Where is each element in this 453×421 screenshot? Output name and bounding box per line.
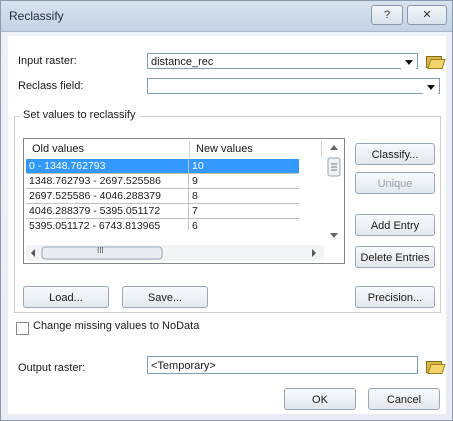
chevron-down-icon[interactable] (401, 55, 416, 69)
new-value-cell[interactable]: 9 (189, 174, 299, 189)
old-value-cell[interactable]: 5395.051172 - 6743.813965 (26, 219, 189, 230)
horizontal-scrollbar[interactable]: III (26, 245, 324, 261)
old-value-cell[interactable]: 2697.525586 - 4046.288379 (26, 189, 189, 204)
delete-entries-button[interactable]: Delete Entries (355, 246, 435, 268)
precision-button[interactable]: Precision... (355, 286, 435, 308)
add-entry-button[interactable]: Add Entry (355, 214, 435, 236)
chevron-down-icon[interactable] (423, 80, 438, 94)
reclass-field-label: Reclass field: (18, 80, 84, 92)
scroll-grip: III (97, 246, 104, 255)
missing-nodata-label: Change missing values to NoData (33, 320, 200, 332)
dialog-body: Input raster: distance_rec Reclass field… (8, 36, 446, 414)
table-row[interactable]: 4046.288379 - 5395.051172 7 (26, 204, 322, 219)
missing-nodata-checkbox[interactable] (16, 322, 29, 335)
new-value-cell[interactable]: 8 (189, 189, 299, 204)
help-button[interactable]: ? (371, 5, 403, 25)
scroll-up-icon (330, 145, 338, 150)
output-raster-label: Output raster: (18, 362, 86, 374)
header-new-values[interactable]: New values (190, 141, 322, 157)
input-raster-dropdown[interactable]: distance_rec (147, 53, 418, 69)
title-bar: Reclassify ? ✕ (1, 1, 452, 32)
table-row[interactable]: 5395.051172 - 6743.813965 6 (26, 219, 322, 230)
output-raster-value: <Temporary> (151, 360, 216, 372)
output-raster-field[interactable]: <Temporary> (147, 356, 418, 374)
new-value-cell[interactable]: 10 (189, 159, 299, 174)
set-values-group-label: Set values to reclassify (20, 109, 139, 121)
reclassify-dialog: Reclassify ? ✕ Input raster: distance_re… (0, 0, 453, 421)
input-raster-value: distance_rec (151, 56, 214, 68)
close-button[interactable]: ✕ (407, 5, 447, 25)
open-folder-icon[interactable] (426, 54, 446, 69)
cancel-button[interactable]: Cancel (368, 388, 440, 410)
vertical-scrollbar[interactable] (326, 141, 342, 242)
new-value-cell[interactable]: 7 (189, 204, 299, 219)
new-value-cell[interactable]: 6 (189, 219, 299, 230)
load-button[interactable]: Load... (23, 286, 109, 308)
old-value-cell[interactable]: 1348.762793 - 2697.525586 (26, 174, 189, 189)
open-folder-icon[interactable] (426, 359, 446, 374)
ok-button[interactable]: OK (284, 388, 356, 410)
window-title: Reclassify (9, 9, 64, 23)
reclass-field-dropdown[interactable] (147, 78, 440, 94)
reclass-table: Old values New values 0 - 1348.762793 10… (23, 138, 345, 264)
save-button[interactable]: Save... (122, 286, 208, 308)
old-value-cell[interactable]: 4046.288379 - 5395.051172 (26, 204, 189, 219)
header-old-values[interactable]: Old values (26, 141, 190, 157)
table-row[interactable]: 0 - 1348.762793 10 (26, 159, 322, 174)
old-value-cell[interactable]: 0 - 1348.762793 (26, 159, 189, 174)
input-raster-label: Input raster: (18, 55, 77, 67)
scroll-down-icon (330, 233, 338, 238)
table-row[interactable]: 2697.525586 - 4046.288379 8 (26, 189, 322, 204)
table-row[interactable]: 1348.762793 - 2697.525586 9 (26, 174, 322, 189)
unique-button[interactable]: Unique (355, 172, 435, 194)
classify-button[interactable]: Classify... (355, 143, 435, 165)
